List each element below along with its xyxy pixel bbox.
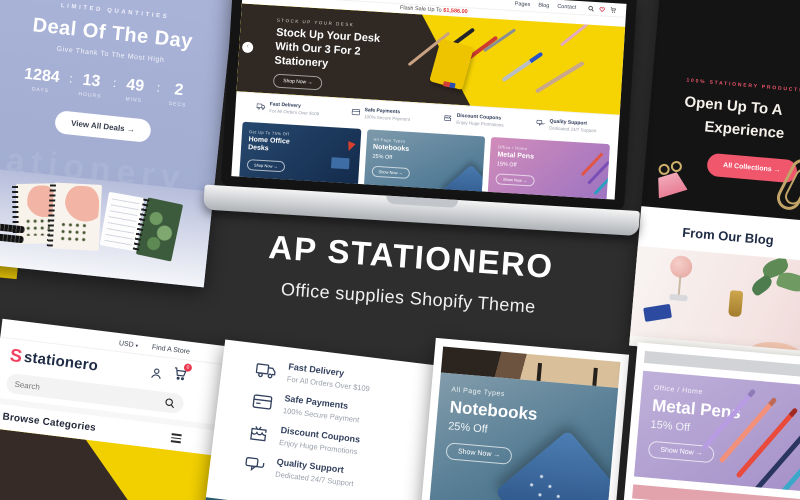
pen — [534, 60, 585, 94]
desk-illustration — [330, 157, 350, 170]
mini-feature-delivery: Fast Delivery For All Orders Over $109 — [241, 99, 335, 117]
hero-title: Stock Up Your Desk With Our 3 For 2 Stat… — [274, 26, 381, 70]
plant-notebook — [135, 197, 184, 262]
countdown-hours: 13 HOURS — [78, 71, 105, 100]
laptop-screen: stationero Pages Blog Contact Flash Sale… — [220, 0, 638, 211]
notebooks-promo-card: All Page Types Notebooks 25% Off Show No… — [420, 337, 630, 500]
chat-icon — [536, 119, 545, 126]
gold-vase — [728, 290, 744, 318]
currency-selector[interactable]: USD ▾ — [119, 340, 139, 349]
theme-preview-collage: LIMITED QUANTITIES Deal Of The Day Give … — [0, 0, 800, 500]
shop-now-button[interactable]: Shop Now → — [246, 158, 285, 173]
pen — [559, 23, 589, 47]
countdown-secs: 2 SECS — [168, 81, 187, 109]
store-features-panel: Fast Delivery For All Orders Over $109 S… — [204, 339, 440, 500]
show-now-button[interactable]: Show Now → — [445, 442, 513, 465]
logo-mark: S — [8, 344, 24, 367]
laptop-mockup: stationero Pages Blog Contact Flash Sale… — [203, 0, 653, 243]
find-a-store-link[interactable]: Find A Store — [152, 344, 191, 356]
metal-pens-promo-card: Office / Home Metal Pens 15% Off Show No… — [623, 342, 800, 500]
chat-icon — [245, 457, 265, 472]
truck-icon — [256, 103, 266, 110]
search-icon[interactable] — [588, 5, 594, 12]
hamburger-icon[interactable] — [170, 433, 182, 444]
blog-section: From Our Blog — [629, 206, 800, 362]
countdown-days: 1284 DAYS — [22, 66, 60, 96]
mini-feature-support: Quality Support Dedicated 24/7 Support — [520, 116, 614, 134]
countdown-mins: 49 MINS — [121, 76, 148, 104]
truck-icon — [255, 363, 276, 379]
show-now-button[interactable]: Show Now → — [495, 173, 535, 188]
nav-item-contact[interactable]: Contact — [557, 3, 576, 10]
pen — [501, 51, 544, 82]
mini-feature-payments: Safe Payments 100% Secure Payment — [334, 105, 428, 123]
flash-sale-amount: $1,586.00 — [443, 7, 468, 16]
view-all-deals-button[interactable]: View All Deals → — [53, 110, 152, 143]
storefront-homepage: stationero Pages Blog Contact Flash Sale… — [231, 0, 627, 200]
blue-notebook — [643, 303, 673, 322]
gold-paperclip — [772, 154, 800, 214]
storefront-nav: Pages Blog Contact — [515, 1, 577, 11]
coupon-icon — [444, 115, 452, 121]
theme-title-block: AP STATIONERO Office supplies Shopify Th… — [220, 225, 600, 322]
shop-now-button[interactable]: Shop Now → — [272, 73, 323, 91]
user-icon[interactable] — [149, 366, 163, 380]
nav-item-pages[interactable]: Pages — [515, 1, 531, 8]
search-icon[interactable] — [164, 397, 176, 409]
notebook-illustration — [438, 164, 486, 200]
coupon-icon — [250, 426, 267, 442]
collections-hero: 100% STATIONERY PRODUCTS Open Up To A Ex… — [641, 0, 800, 222]
mini-feature-coupons: Discount Coupons Enjoy Huge Promotions — [427, 110, 521, 128]
category-card-home-office[interactable]: Get Up To 75% Off Home Office Desks Shop … — [238, 121, 362, 195]
show-now-button[interactable]: Show Now → — [371, 166, 411, 180]
category-card-notebooks[interactable]: All Page Types Notebooks 25% Off Show No… — [363, 129, 486, 200]
deal-section: LIMITED QUANTITIES Deal Of The Day Give … — [0, 0, 236, 192]
store-logo[interactable]: stationero — [23, 349, 99, 375]
pink-binder-clip — [653, 171, 688, 199]
heart-icon[interactable] — [599, 6, 605, 12]
deal-of-the-day-panel: LIMITED QUANTITIES Deal Of The Day Give … — [0, 0, 236, 288]
credit-card-icon — [351, 109, 361, 116]
cart-count-badge: 0 — [183, 363, 193, 373]
credit-card-icon — [252, 394, 273, 410]
countdown-timer: 1284 DAYS 13 HOURS 49 MINS 2 SECS — [0, 62, 225, 112]
cart-icon[interactable] — [610, 6, 617, 13]
collections-panel: 100% STATIONERY PRODUCTS Open Up To A Ex… — [629, 0, 800, 362]
category-card-metal-pens[interactable]: Office / Home Metal Pens 15% Off Show No… — [487, 136, 610, 200]
metal-pens-banner[interactable]: Office / Home Metal Pens 15% Off Show No… — [633, 370, 800, 492]
chevron-down-icon: ▾ — [135, 343, 139, 350]
store-header-panel: USD ▾ Find A Store S stationero 0 Browse… — [0, 318, 233, 500]
notebooks-banner[interactable]: All Page Types Notebooks 25% Off Show No… — [429, 372, 619, 500]
nav-item-blog[interactable]: Blog — [538, 2, 549, 9]
spiral-notebook — [50, 182, 103, 251]
collections-title: Open Up To A Experience — [683, 93, 786, 142]
